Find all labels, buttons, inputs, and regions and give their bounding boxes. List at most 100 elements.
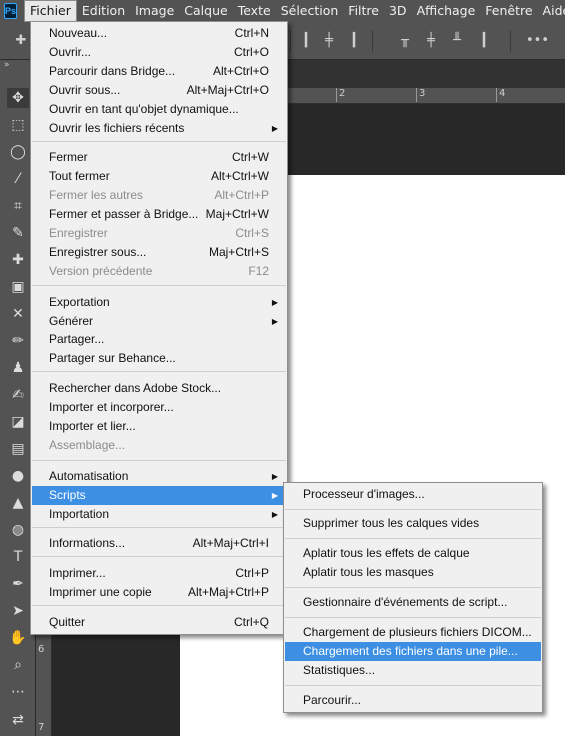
menu-item-imprimer[interactable]: Imprimer... Ctrl+P (32, 564, 286, 583)
crop-tool-icon[interactable]: ⌗ (7, 196, 29, 216)
menu-item-ouvrir-objet-dynamique[interactable]: Ouvrir en tant qu'objet dynamique... (32, 100, 286, 119)
menu-item-parcourir-bridge[interactable]: Parcourir dans Bridge... Alt+Ctrl+O (32, 62, 286, 81)
gradient-tool-icon[interactable]: ▤ (7, 439, 29, 459)
zoom-tool-icon[interactable]: ⌕ (7, 655, 29, 675)
menu-item-nouveau[interactable]: Nouveau... Ctrl+N (32, 24, 286, 43)
sponge-tool-icon[interactable]: ◍ (7, 520, 29, 540)
menu-edition[interactable]: Edition (77, 0, 130, 22)
menu-item-label: Générer (49, 314, 94, 328)
menu-item-generer[interactable]: Générer ▶ (32, 312, 286, 331)
submenu-item-supprimer-calques-vides[interactable]: Supprimer tous les calques vides (285, 514, 541, 533)
options-divider (290, 30, 291, 52)
hand-tool-icon[interactable]: ✋ (7, 628, 29, 648)
menu-item-label: Parcourir... (303, 693, 362, 707)
sharpen-tool-icon[interactable]: ▲ (7, 493, 29, 513)
submenu-arrow-icon: ▶ (271, 298, 278, 307)
more-tools-icon[interactable]: ⋯ (7, 682, 29, 702)
submenu-item-processeur-images[interactable]: Processeur d'images... (285, 485, 541, 504)
menu-item-scripts[interactable]: Scripts ▶ (32, 486, 286, 505)
menu-item-label: Quitter (49, 615, 86, 629)
menu-item-label: Partager sur Behance... (49, 351, 176, 365)
submenu-item-gestionnaire-evenements[interactable]: Gestionnaire d'événements de script... (285, 593, 541, 612)
menu-item-fermer[interactable]: Fermer Ctrl+W (32, 148, 286, 167)
menu-item-label: Fermer et passer à Bridge... (49, 207, 199, 221)
menu-item-label: Imprimer... (49, 566, 106, 580)
submenu-item-statistiques[interactable]: Statistiques... (285, 661, 541, 680)
align-bottom-icon[interactable]: ╨ (448, 32, 466, 50)
home-icon[interactable]: ✚ (12, 32, 30, 50)
menu-item-exportation[interactable]: Exportation ▶ (32, 293, 286, 312)
menu-item-label: Informations... (49, 536, 126, 550)
menu-item-partager[interactable]: Partager... (32, 330, 286, 349)
submenu-item-chargement-pile[interactable]: Chargement des fichiers dans une pile... (285, 642, 541, 661)
menu-item-automatisation[interactable]: Automatisation ▶ (32, 467, 286, 486)
menu-aide[interactable]: Aide (538, 0, 565, 22)
menu-item-adobe-stock[interactable]: Rechercher dans Adobe Stock... (32, 379, 286, 398)
lasso-tool-icon[interactable]: ◯ (7, 142, 29, 162)
brush-tool-icon[interactable]: ✏ (7, 331, 29, 351)
distribute-icon[interactable]: ▕▏ (474, 32, 494, 50)
submenu-item-aplatir-effets[interactable]: Aplatir tous les effets de calque (285, 544, 541, 563)
menu-item-shortcut: Alt+Maj+Ctrl+I (192, 536, 269, 550)
more-options-icon[interactable]: ••• (526, 32, 549, 50)
eraser-tool-icon[interactable]: ◪ (7, 412, 29, 432)
menu-item-informations[interactable]: Informations... Alt+Maj+Ctrl+I (32, 534, 286, 553)
fichier-menu: Nouveau... Ctrl+N Ouvrir... Ctrl+O Parcour… (30, 21, 288, 635)
submenu-item-aplatir-masques[interactable]: Aplatir tous les masques (285, 563, 541, 582)
history-brush-tool-icon[interactable]: ✍ (7, 385, 29, 405)
align-middle-icon[interactable]: ╪ (422, 32, 440, 50)
align-right-icon[interactable]: ▕▏ (344, 32, 364, 50)
menu-item-shortcut: F12 (248, 264, 269, 278)
blur-tool-icon[interactable]: ● (7, 466, 29, 486)
menu-item-fichiers-recents[interactable]: Ouvrir les fichiers récents ▶ (32, 119, 286, 138)
menu-image[interactable]: Image (130, 0, 179, 22)
swap-colors-icon[interactable]: ⇄ (7, 710, 29, 730)
move-tool-icon[interactable]: ✥ (7, 88, 29, 108)
menu-filtre[interactable]: Filtre (343, 0, 384, 22)
menu-fenetre[interactable]: Fenêtre (480, 0, 537, 22)
eyedropper-tool-icon[interactable]: ✎ (7, 223, 29, 243)
menu-item-quitter[interactable]: Quitter Ctrl+Q (32, 613, 286, 632)
content-aware-move-icon[interactable]: ✕ (7, 304, 29, 324)
type-tool-icon[interactable]: T (7, 547, 29, 567)
align-left-icon[interactable]: ▕▏ (296, 32, 316, 50)
menu-item-assemblage: Assemblage... (32, 436, 286, 455)
menu-item-label: Ouvrir les fichiers récents (49, 121, 185, 135)
menu-item-importer-lier[interactable]: Importer et lier... (32, 417, 286, 436)
clone-stamp-tool-icon[interactable]: ♟ (7, 358, 29, 378)
menu-item-ouvrir-sous[interactable]: Ouvrir sous... Alt+Maj+Ctrl+O (32, 81, 286, 100)
ruler-tick: 3 (416, 88, 425, 102)
submenu-arrow-icon: ▶ (271, 472, 278, 481)
menu-item-importer-incorporer[interactable]: Importer et incorporer... (32, 398, 286, 417)
menu-item-ouvrir[interactable]: Ouvrir... Ctrl+O (32, 43, 286, 62)
submenu-item-chargement-dicom[interactable]: Chargement de plusieurs fichiers DICOM..… (285, 623, 541, 642)
menu-affichage[interactable]: Affichage (412, 0, 481, 22)
menu-texte[interactable]: Texte (233, 0, 276, 22)
menu-calque[interactable]: Calque (179, 0, 232, 22)
align-top-icon[interactable]: ╥ (396, 32, 414, 50)
marquee-tool-icon[interactable]: ⬚ (7, 115, 29, 135)
submenu-arrow-icon: ▶ (271, 510, 278, 519)
submenu-item-parcourir[interactable]: Parcourir... (285, 691, 541, 710)
collapse-panel-icon[interactable]: » (4, 60, 10, 70)
pen-tool-icon[interactable]: ✒ (7, 574, 29, 594)
patch-tool-icon[interactable]: ▣ (7, 277, 29, 297)
options-divider (510, 30, 511, 52)
menu-item-enregistrer-sous[interactable]: Enregistrer sous... Maj+Ctrl+S (32, 243, 286, 262)
menu-item-enregistrer: Enregistrer Ctrl+S (32, 224, 286, 243)
menu-item-label: Parcourir dans Bridge... (49, 64, 176, 78)
menu-item-tout-fermer[interactable]: Tout fermer Alt+Ctrl+W (32, 167, 286, 186)
path-selection-tool-icon[interactable]: ➤ (7, 601, 29, 621)
menu-item-shortcut: Maj+Ctrl+W (205, 207, 269, 221)
menu-item-importation[interactable]: Importation ▶ (32, 505, 286, 524)
menu-item-fermer-bridge[interactable]: Fermer et passer à Bridge... Maj+Ctrl+W (32, 205, 286, 224)
magic-wand-tool-icon[interactable]: ⁄ (7, 169, 29, 189)
menu-3d[interactable]: 3D (384, 0, 412, 22)
healing-brush-tool-icon[interactable]: ✚ (7, 250, 29, 270)
menu-item-imprimer-copie[interactable]: Imprimer une copie Alt+Maj+Ctrl+P (32, 583, 286, 602)
menu-selection[interactable]: Sélection (276, 0, 344, 22)
menu-fichier[interactable]: Fichier (24, 0, 77, 22)
menu-item-label: Imprimer une copie (49, 585, 152, 599)
menu-item-partager-behance[interactable]: Partager sur Behance... (32, 349, 286, 368)
align-center-icon[interactable]: ╪ (320, 32, 338, 50)
